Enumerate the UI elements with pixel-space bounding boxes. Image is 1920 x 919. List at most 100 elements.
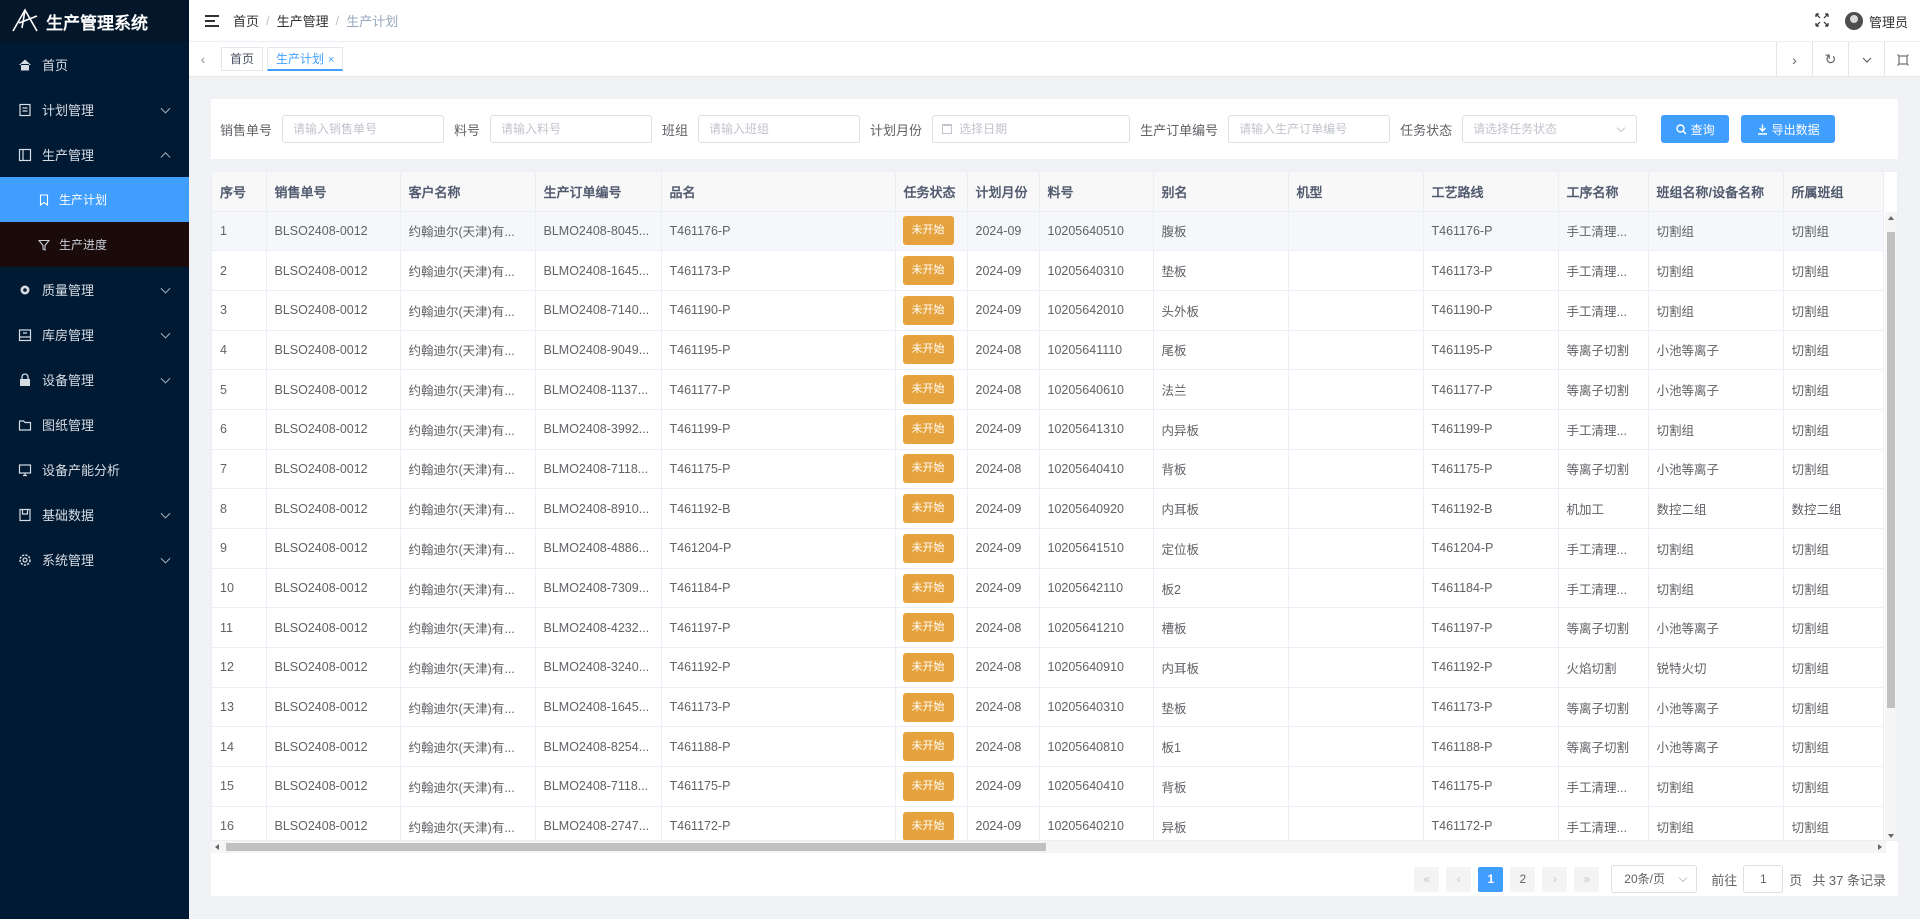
table-row[interactable]: 14 BLSO2408-0012 约翰迪尔(天津)有... BLMO2408-8254… — [212, 726, 1884, 768]
query-label: 查询 — [1690, 122, 1715, 137]
cell-index: 13 — [212, 687, 267, 728]
cell-sales-no: BLSO2408-0012 — [266, 449, 401, 490]
query-button[interactable]: 查询 — [1661, 115, 1730, 143]
cell-owner-team: 切割组 — [1783, 250, 1884, 291]
column-header-material-no: 料号 — [1039, 172, 1154, 212]
table-row[interactable]: 6 BLSO2408-0012 约翰迪尔(天津)有... BLMO2408-3992.… — [212, 409, 1884, 450]
cell-order-no: BLMO2408-4886... — [535, 528, 662, 569]
table-row[interactable]: 9 BLSO2408-0012 约翰迪尔(天津)有... BLMO2408-4886.… — [212, 528, 1884, 569]
tab-home[interactable]: 首页 — [221, 47, 264, 71]
close-icon[interactable]: × — [328, 54, 334, 66]
sidebar-item-system[interactable]: 系统管理 — [0, 537, 189, 582]
table-row[interactable]: 13 BLSO2408-0012 约翰迪尔(天津)有... BLMO2408-1645… — [212, 687, 1884, 728]
maximize-icon[interactable] — [1884, 42, 1920, 77]
scroll-thumb[interactable] — [1887, 232, 1895, 708]
table-row[interactable]: 11 BLSO2408-0012 约翰迪尔(天津)有... BLMO2408-4232… — [212, 607, 1884, 649]
tabs-scroll-left-icon[interactable]: ‹ — [189, 42, 217, 77]
sidebar-subitem-production-plan[interactable]: 生产计划 — [0, 177, 189, 222]
scroll-left-icon[interactable] — [215, 844, 219, 850]
order-no-input[interactable]: 请输入生产订单编号 — [1228, 115, 1391, 143]
team-input[interactable]: 请输入班组 — [698, 115, 861, 143]
sidebar-item-plan[interactable]: 计划管理 — [0, 87, 189, 132]
material-no-input[interactable]: 请输入料号 — [490, 115, 653, 143]
tabs-scroll-right-icon[interactable]: › — [1776, 42, 1812, 77]
cell-task-status: 未开始 — [895, 726, 968, 768]
cell-customer: 约翰迪尔(天津)有... — [400, 766, 536, 807]
cell-team-device: 切割组 — [1648, 409, 1784, 450]
page-size-value: 20条/页 — [1624, 872, 1665, 886]
cell-customer: 约翰迪尔(天津)有... — [400, 607, 536, 649]
table-row[interactable]: 12 BLSO2408-0012 约翰迪尔(天津)有... BLMO2408-3240… — [212, 647, 1884, 688]
chevron-down-icon[interactable] — [1848, 42, 1884, 77]
breadcrumb: 首页 / 生产管理 / 生产计划 — [233, 11, 398, 30]
user-name[interactable]: 管理员 — [1869, 12, 1908, 31]
table-row[interactable]: 16 BLSO2408-0012 约翰迪尔(天津)有... BLMO2408-2747… — [212, 806, 1884, 840]
cell-owner-team: 切割组 — [1783, 330, 1884, 371]
cell-index: 14 — [212, 726, 267, 768]
scroll-thumb[interactable] — [226, 843, 1046, 851]
last-page-button[interactable]: » — [1574, 866, 1600, 892]
scroll-right-icon[interactable] — [1878, 844, 1882, 850]
table-row[interactable]: 3 BLSO2408-0012 约翰迪尔(天津)有... BLMO2408-7140.… — [212, 290, 1884, 331]
export-button[interactable]: 导出数据 — [1741, 115, 1836, 143]
horizontal-scrollbar[interactable] — [211, 841, 1886, 853]
prev-page-button[interactable]: ‹ — [1446, 866, 1472, 892]
table-row[interactable]: 8 BLSO2408-0012 约翰迪尔(天津)有... BLMO2408-8910.… — [212, 488, 1884, 529]
column-header-owner-team: 所属班组 — [1783, 172, 1884, 212]
scroll-up-icon[interactable] — [1888, 216, 1894, 220]
cell-model — [1288, 409, 1424, 450]
cell-process-name: 手工清理... — [1558, 528, 1649, 569]
tab-production-plan[interactable]: 生产计划 × — [267, 47, 344, 71]
table-row[interactable]: 5 BLSO2408-0012 约翰迪尔(天津)有... BLMO2408-1137.… — [212, 369, 1884, 410]
cell-customer: 约翰迪尔(天津)有... — [400, 687, 536, 728]
cell-product-name: T461176-P — [661, 211, 896, 252]
cell-team-device: 小池等离子 — [1648, 607, 1784, 649]
sidebar-item-basic-data[interactable]: 基础数据 — [0, 492, 189, 537]
sidebar-item-quality[interactable]: 质量管理 — [0, 267, 189, 312]
cell-task-status: 未开始 — [895, 806, 968, 840]
cell-process-route: T461175-P — [1423, 766, 1559, 807]
cell-index: 6 — [212, 409, 267, 450]
table-row[interactable]: 2 BLSO2408-0012 约翰迪尔(天津)有... BLMO2408-1645.… — [212, 250, 1884, 291]
table-row[interactable]: 15 BLSO2408-0012 约翰迪尔(天津)有... BLMO2408-7118… — [212, 766, 1884, 807]
sales-no-input[interactable]: 请输入销售单号 — [282, 115, 445, 143]
table-row[interactable]: 10 BLSO2408-0012 约翰迪尔(天津)有... BLMO2408-7309… — [212, 568, 1884, 609]
breadcrumb-home[interactable]: 首页 — [233, 11, 259, 30]
header-right: 管理员 — [1815, 0, 1908, 42]
page-1-button[interactable]: 1 — [1478, 866, 1504, 892]
page-2-button[interactable]: 2 — [1510, 866, 1536, 892]
table-row[interactable]: 1 BLSO2408-0012 约翰迪尔(天津)有... BLMO2408-8045.… — [212, 211, 1884, 252]
vertical-scrollbar[interactable] — [1885, 212, 1897, 840]
plan-month-picker[interactable]: 选择日期 — [932, 115, 1131, 143]
cell-material-no: 10205640410 — [1039, 449, 1154, 490]
sidebar-item-warehouse[interactable]: 库房管理 — [0, 312, 189, 357]
next-page-button[interactable]: › — [1542, 866, 1568, 892]
chevron-down-icon — [160, 103, 171, 114]
table-row[interactable]: 4 BLSO2408-0012 约翰迪尔(天津)有... BLMO2408-9049.… — [212, 330, 1884, 371]
cell-index: 12 — [212, 647, 267, 688]
first-page-button[interactable]: « — [1414, 866, 1440, 892]
sidebar-item-capacity-analysis[interactable]: 设备产能分析 — [0, 447, 189, 492]
task-status-select[interactable]: 请选择任务状态 — [1462, 115, 1638, 143]
sidebar-item-equipment[interactable]: 设备管理 — [0, 357, 189, 402]
cell-plan-month: 2024-08 — [967, 647, 1040, 688]
column-header-order-no: 生产订单编号 — [535, 172, 662, 212]
app-logo[interactable]: 生产管理系统 — [0, 0, 189, 42]
page-size-select[interactable]: 20条/页 — [1611, 865, 1698, 893]
breadcrumb-production[interactable]: 生产管理 — [277, 11, 329, 30]
sidebar-item-production[interactable]: 生产管理 — [0, 132, 189, 177]
avatar[interactable] — [1844, 12, 1863, 30]
sidebar-subitem-production-progress[interactable]: 生产进度 — [0, 222, 189, 267]
cell-task-status: 未开始 — [895, 449, 968, 490]
chevron-down-icon — [160, 283, 171, 294]
table-row[interactable]: 7 BLSO2408-0012 约翰迪尔(天津)有... BLMO2408-7118.… — [212, 449, 1884, 490]
sidebar-item-drawings[interactable]: 图纸管理 — [0, 402, 189, 447]
goto-page-input[interactable]: 1 — [1743, 865, 1784, 893]
refresh-icon[interactable]: ↻ — [1812, 42, 1848, 77]
menu-toggle-icon[interactable] — [205, 14, 221, 28]
sidebar-item-home[interactable]: 首页 — [0, 42, 189, 87]
cell-product-name: T461172-P — [661, 806, 896, 840]
cell-product-name: T461173-P — [661, 250, 896, 291]
fullscreen-icon[interactable] — [1815, 12, 1829, 30]
scroll-down-icon[interactable] — [1888, 834, 1894, 838]
